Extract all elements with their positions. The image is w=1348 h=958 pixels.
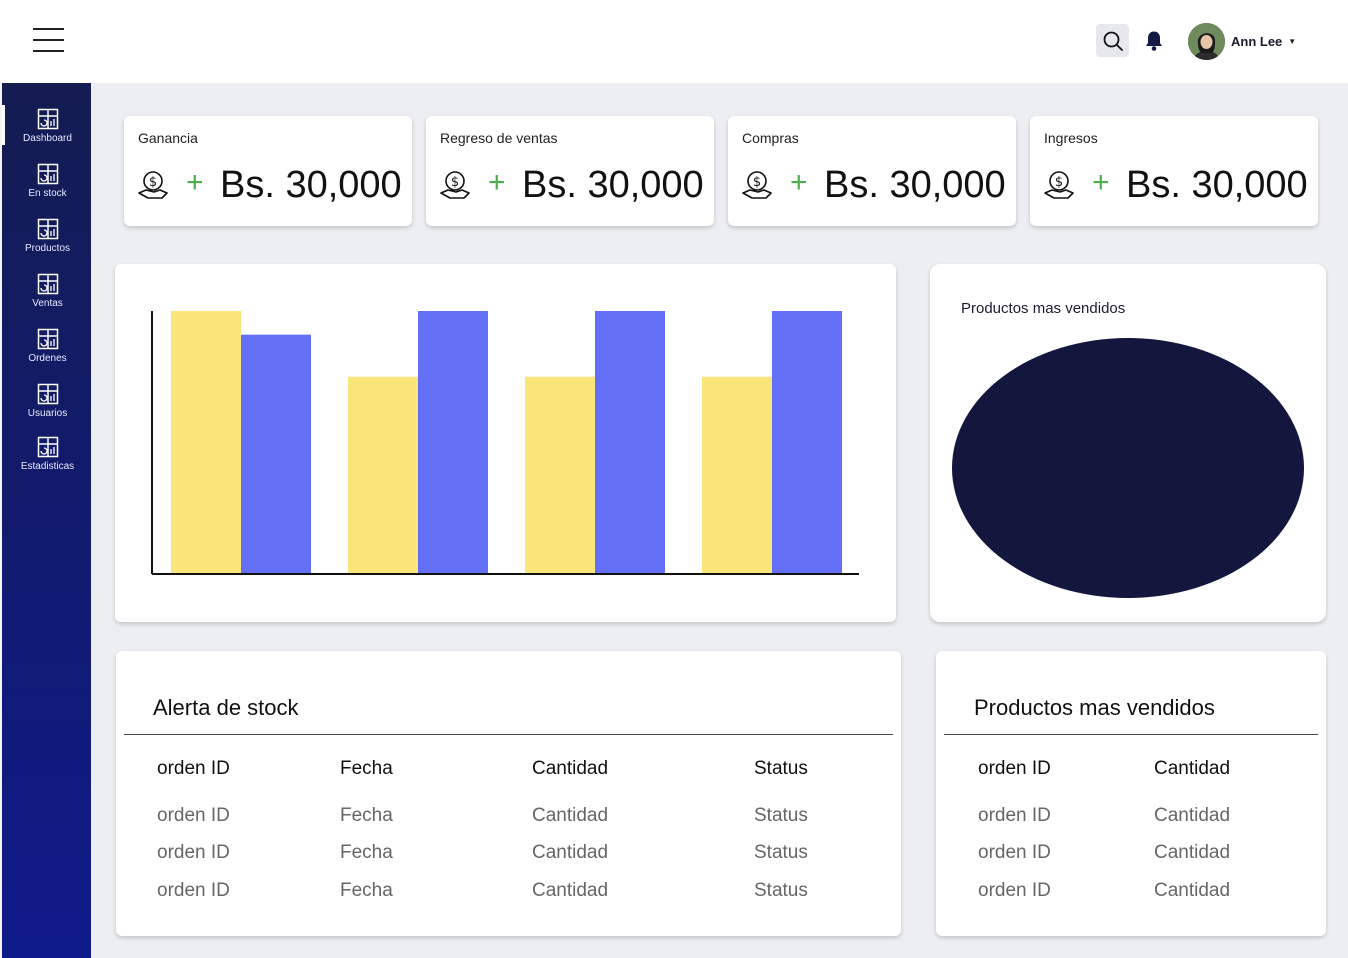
svg-text:$: $ [451, 175, 459, 190]
top-products-card: Productos mas vendidos orden ID Cantidad… [936, 651, 1326, 936]
bar-series-2-group-2 [418, 311, 488, 574]
table-cell: Fecha [340, 880, 393, 901]
table-cell: Cantidad [1154, 842, 1231, 863]
column-header: Cantidad [1154, 758, 1231, 779]
divider [944, 734, 1318, 735]
caret-down-icon[interactable]: ▼ [1288, 37, 1296, 46]
plus-sign: + [790, 166, 808, 199]
sidebar-item-label: Usuarios [27, 408, 68, 419]
table-cell: Status [754, 880, 808, 901]
products-icon [37, 218, 58, 240]
bar-series-2-group-4 [772, 311, 842, 574]
stock-alert-card: Alerta de stock orden ID Fecha Cantidad … [116, 651, 901, 936]
table-cell: Cantidad [532, 805, 609, 826]
table-cell: orden ID [157, 805, 230, 826]
stat-title: Ingresos [1044, 130, 1098, 146]
stat-title: Compras [742, 130, 799, 146]
notification-bell-icon[interactable] [1142, 29, 1166, 53]
column-header: orden ID [978, 758, 1051, 779]
sidebar-item-label: Ventas [32, 298, 63, 309]
table-cell: Cantidad [1154, 880, 1231, 901]
money-hand-icon: $ [440, 171, 470, 199]
table-cell: orden ID [978, 880, 1051, 901]
column-header: Fecha [340, 758, 393, 779]
bar-series-1-group-2 [348, 376, 418, 574]
divider [124, 734, 893, 735]
stat-card-ganancia: Ganancia $ + Bs. 30,000 [124, 116, 412, 226]
bar-series-2-group-1 [241, 334, 311, 574]
avatar [1188, 22, 1225, 60]
sidebar-item-ventas[interactable]: Ventas [2, 273, 93, 309]
sidebar-item-label: Productos [24, 243, 71, 254]
money-hand-icon: $ [742, 171, 772, 199]
table-cell: orden ID [978, 805, 1051, 826]
stat-card-ingresos: Ingresos $ + Bs. 30,000 [1030, 116, 1318, 226]
stat-value: Bs. 30,000 [522, 164, 704, 206]
column-header: Status [754, 758, 808, 779]
plus-sign: + [488, 166, 506, 199]
stat-title: Regreso de ventas [440, 130, 558, 146]
table-cell: Status [754, 842, 808, 863]
sidebar-item-dashboard[interactable]: Dashboard [2, 108, 93, 144]
sidebar-item-label: En stock [28, 188, 67, 199]
table-cell: Cantidad [532, 842, 609, 863]
table-cell: Cantidad [1154, 805, 1231, 826]
table-cell: Status [754, 805, 808, 826]
sidebar-item-label: Ordenes [28, 353, 67, 364]
sidebar-item-en-stock[interactable]: En stock [2, 163, 93, 199]
money-hand-icon: $ [138, 171, 168, 199]
stock-icon [37, 163, 58, 185]
plus-sign: + [186, 166, 204, 199]
user-name: Ann Lee [1231, 33, 1283, 49]
table-cell: orden ID [157, 842, 230, 863]
sidebar-item-productos[interactable]: Productos [2, 218, 93, 254]
sidebar: Dashboard En stock Productos Ventas Orde… [0, 83, 91, 958]
table-title: Alerta de stock [153, 695, 299, 720]
sidebar-item-label: Dashboard [23, 133, 72, 144]
user-menu[interactable]: Ann Lee ▼ [1188, 22, 1296, 60]
statistics-icon [37, 436, 58, 458]
svg-text:$: $ [149, 175, 157, 190]
sidebar-item-estadisticas[interactable]: Estadisticas [2, 436, 93, 472]
bar-series-1-group-4 [702, 376, 772, 574]
stat-value: Bs. 30,000 [1126, 164, 1308, 206]
hamburger-menu-icon[interactable] [33, 28, 64, 52]
stat-value: Bs. 30,000 [220, 164, 402, 206]
svg-text:$: $ [1055, 175, 1063, 190]
sidebar-item-label: Estadisticas [20, 461, 75, 472]
dashboard-icon [37, 108, 58, 130]
table-cell: orden ID [157, 880, 230, 901]
stat-card-compras: Compras $ + Bs. 30,000 [728, 116, 1016, 226]
svg-text:$: $ [753, 175, 761, 190]
users-icon [37, 383, 58, 405]
search-icon[interactable] [1096, 24, 1129, 57]
stat-value: Bs. 30,000 [824, 164, 1006, 206]
table-cell: Cantidad [532, 880, 609, 901]
sales-icon [37, 273, 58, 295]
bar-series-1-group-3 [525, 376, 595, 574]
bar-series-1-group-1 [171, 311, 241, 574]
table-cell: Fecha [340, 842, 393, 863]
plus-sign: + [1092, 166, 1110, 199]
table-title: Productos mas vendidos [974, 695, 1215, 720]
bar-chart-card [115, 264, 896, 622]
stat-card-regreso-ventas: Regreso de ventas $ + Bs. 30,000 [426, 116, 714, 226]
pie-chart-card: Productos mas vendidos [930, 264, 1326, 622]
table-cell: orden ID [978, 842, 1051, 863]
pie-slice [952, 338, 1304, 598]
sidebar-item-usuarios[interactable]: Usuarios [2, 383, 93, 419]
pie-chart [952, 338, 1304, 598]
bar-chart [151, 311, 859, 575]
sidebar-item-ordenes[interactable]: Ordenes [2, 328, 93, 364]
orders-icon [37, 328, 58, 350]
bar-series-2-group-3 [595, 311, 665, 574]
stat-title: Ganancia [138, 130, 198, 146]
top-bar: Ann Lee ▼ [0, 0, 1348, 83]
column-header: orden ID [157, 758, 230, 779]
money-hand-icon: $ [1044, 171, 1074, 199]
table-cell: Fecha [340, 805, 393, 826]
column-header: Cantidad [532, 758, 609, 779]
